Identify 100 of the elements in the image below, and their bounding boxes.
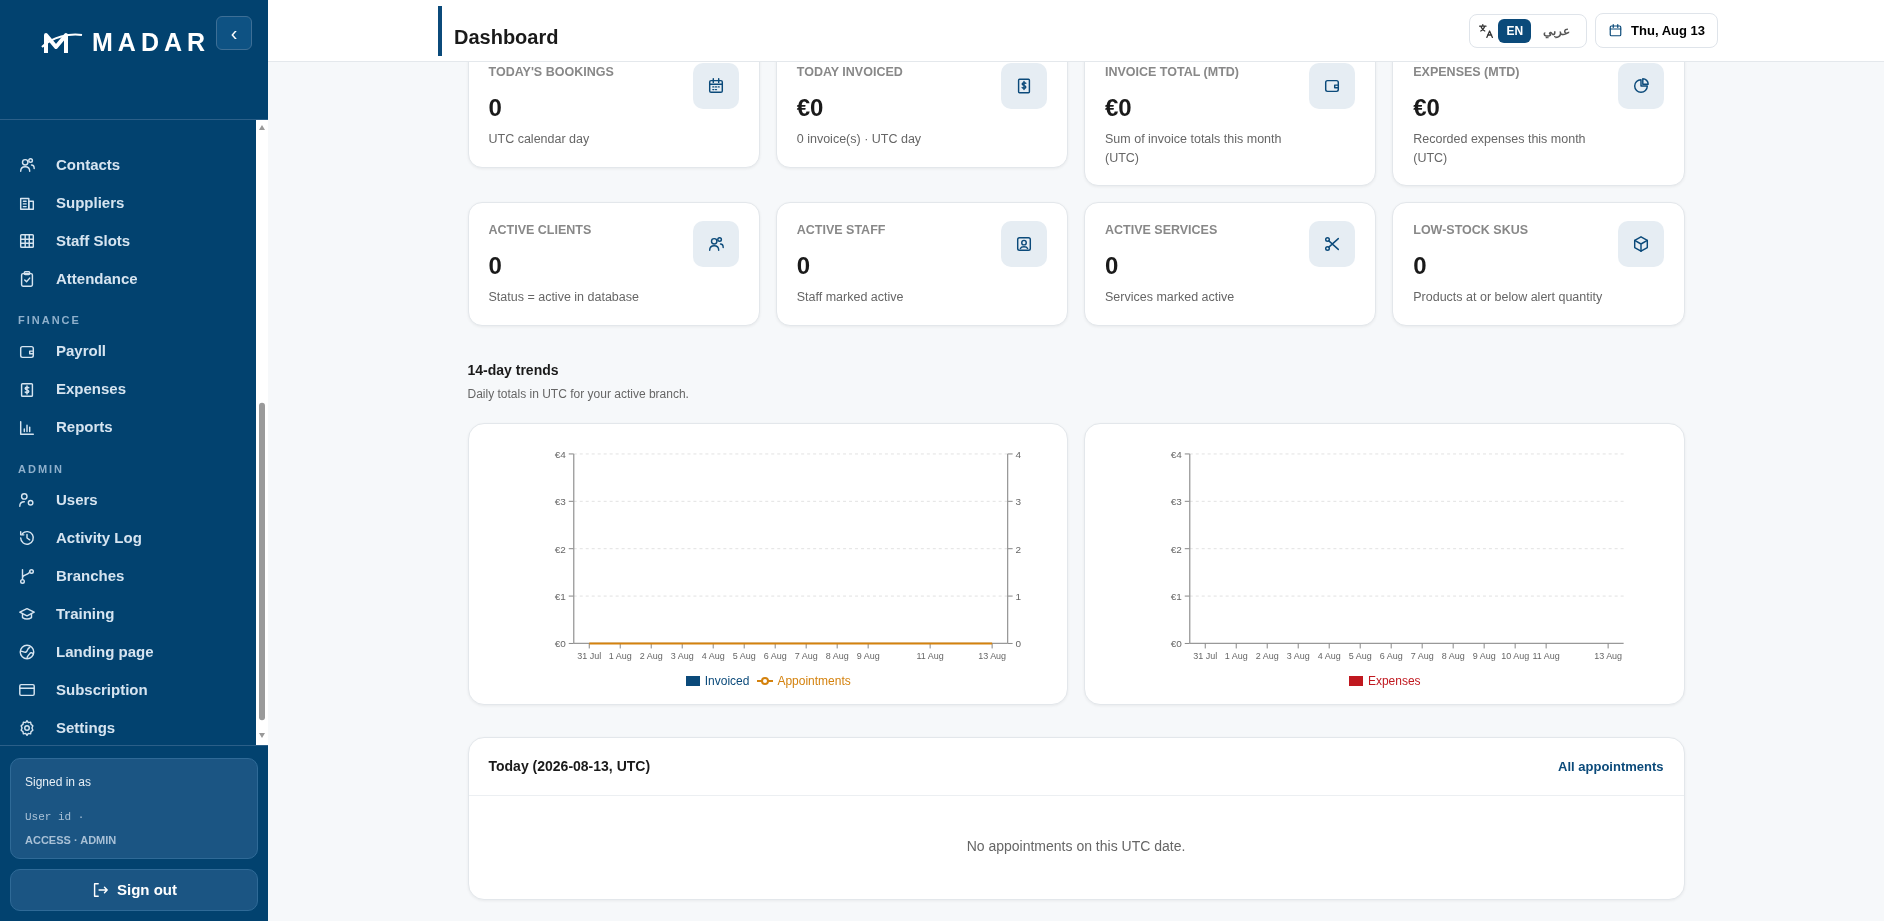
- grid-icon: [18, 232, 36, 250]
- x-tick: [743, 642, 745, 649]
- sidebar-item[interactable]: Suppliers: [18, 184, 256, 222]
- sidebar-item[interactable]: Payroll: [18, 332, 256, 371]
- axis-label: 1: [1015, 590, 1021, 602]
- axis-label: €0: [1170, 638, 1182, 650]
- axis-label: 1 Aug: [608, 651, 632, 662]
- legend-line-icon: [757, 675, 774, 688]
- axis-label: €1: [1170, 590, 1182, 602]
- axis-label: 3 Aug: [670, 651, 694, 662]
- sidebar-item[interactable]: Contacts: [18, 146, 256, 184]
- axis-label: 4 Aug: [1317, 651, 1341, 662]
- y-tick: [1184, 453, 1191, 455]
- stat-label: ACTIVE SERVICES: [1105, 222, 1219, 240]
- axis-label: 8 Aug: [825, 651, 849, 662]
- calendar-icon: [1608, 23, 1624, 38]
- section-heading: ADMIN: [18, 461, 66, 477]
- axis-label: 9 Aug: [1472, 651, 1496, 662]
- sign-out-button[interactable]: Sign out: [10, 869, 258, 911]
- y-tick: [1006, 500, 1013, 502]
- axis-label: 1 Aug: [1224, 651, 1248, 662]
- sidebar-item[interactable]: Landing page: [18, 633, 256, 671]
- axis-label: 3 Aug: [1286, 651, 1310, 662]
- y-tick: [1184, 642, 1191, 644]
- axis-label: 13 Aug: [1594, 651, 1623, 662]
- translate-icon: [1478, 22, 1495, 39]
- stat-value: 0: [488, 251, 503, 281]
- logo-text: MADAR: [92, 27, 211, 58]
- all-appointments-link[interactable]: All appointments: [1558, 756, 1664, 777]
- axis-label: 7 Aug: [1410, 651, 1434, 662]
- x-tick: [1297, 642, 1299, 649]
- legend-label: Invoiced: [704, 673, 750, 691]
- legend-swatch: [684, 675, 701, 688]
- axis-label: 10 Aug: [1501, 651, 1530, 662]
- stat-label: INVOICE TOTAL (MTD): [1105, 64, 1241, 81]
- graduation-cap-icon: [18, 605, 36, 623]
- x-tick: [1514, 642, 1516, 649]
- user-id-label: User id ·: [25, 810, 86, 825]
- sidebar-item[interactable]: Expenses: [18, 370, 256, 409]
- sidebar-item[interactable]: Training: [18, 595, 256, 633]
- stat-value: 0: [1105, 251, 1120, 281]
- collapse-button[interactable]: ‹: [216, 16, 252, 50]
- clipboard-icon: [18, 270, 36, 288]
- section-subtitle: Daily totals in UTC for your active branch.: [467, 385, 690, 403]
- sidebar-item[interactable]: Users: [18, 481, 256, 519]
- legend-swatch: [1347, 675, 1364, 688]
- y-tick: [567, 642, 574, 644]
- x-tick: [805, 642, 807, 649]
- y-tick: [1006, 453, 1013, 455]
- language-option[interactable]: عربي: [1535, 18, 1579, 43]
- x-tick: [681, 642, 683, 649]
- axis-label: 31 Jul: [576, 651, 601, 662]
- x-tick: [1421, 642, 1423, 649]
- y-tick: [1006, 547, 1013, 549]
- x-tick: [650, 642, 652, 649]
- axis-label: 4 Aug: [701, 651, 725, 662]
- wallet-icon: [1323, 77, 1342, 95]
- axis-label: 2: [1015, 543, 1021, 555]
- axis-label: €4: [554, 448, 566, 460]
- stat-label: LOW-STOCK SKUS: [1413, 222, 1530, 240]
- sidebar-item[interactable]: Staff Slots: [18, 222, 256, 260]
- y-tick: [567, 453, 574, 455]
- axis-label: €2: [554, 543, 566, 555]
- sign-out-icon: [91, 881, 109, 899]
- sidebar-item[interactable]: Activity Log: [18, 519, 256, 557]
- stat-note: Sum of invoice totals this month (UTC): [1105, 130, 1283, 167]
- axis-label: 3: [1015, 496, 1021, 508]
- axis-label: 11 Aug: [1532, 651, 1560, 662]
- sidebar-item[interactable]: Branches: [18, 557, 256, 595]
- x-tick: [619, 642, 621, 649]
- axis-label: 13 Aug: [977, 651, 1006, 662]
- axis-label: €2: [1170, 543, 1182, 555]
- axis-label: 8 Aug: [1441, 651, 1465, 662]
- sidebar-item[interactable]: Subscription: [18, 671, 256, 709]
- globe-icon: [18, 643, 36, 661]
- axis-label: 11 Aug: [916, 651, 944, 662]
- stat-label: EXPENSES (MTD): [1413, 64, 1521, 81]
- x-tick: [1204, 642, 1206, 649]
- sidebar-item[interactable]: Settings: [18, 709, 256, 745]
- stat-value: €0: [1413, 92, 1441, 123]
- axis-label: 6 Aug: [763, 651, 787, 662]
- x-tick: [1390, 642, 1392, 649]
- x-tick: [1452, 642, 1454, 649]
- date-button[interactable]: Thu, Aug 13: [1595, 12, 1718, 49]
- y-tick: [567, 500, 574, 502]
- scrollbar[interactable]: [256, 120, 268, 745]
- legend-label: Expenses: [1367, 673, 1421, 691]
- y-tick: [567, 595, 574, 597]
- people-icon: [706, 235, 725, 254]
- sidebar-item[interactable]: Reports: [18, 408, 256, 447]
- stat-label: TODAY'S BOOKINGS: [488, 64, 614, 81]
- sidebar-item[interactable]: Attendance: [18, 260, 256, 298]
- empty-message: No appointments on this UTC date.: [965, 837, 1187, 857]
- id-badge-icon: [1015, 235, 1033, 254]
- axis-label: €3: [1170, 496, 1182, 508]
- language-option[interactable]: EN: [1498, 18, 1532, 43]
- axis-label: €1: [554, 590, 566, 602]
- section-title: 14-day trends: [467, 360, 560, 380]
- x-tick: [1235, 642, 1237, 649]
- x-tick: [1266, 642, 1268, 649]
